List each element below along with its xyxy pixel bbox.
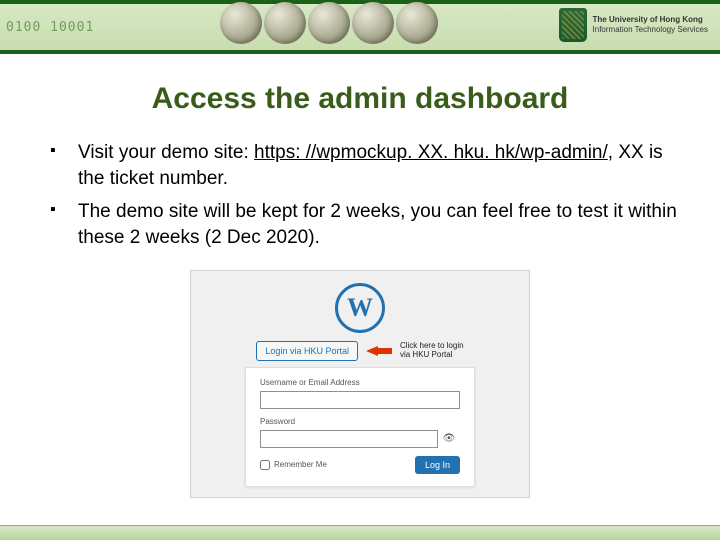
globe-icon xyxy=(264,2,306,44)
login-button[interactable]: Log In xyxy=(415,456,460,474)
portal-row: Login via HKU Portal Click here to login… xyxy=(256,341,463,361)
username-label: Username or Email Address xyxy=(260,378,460,387)
arrow-caption: Click here to login via HKU Portal xyxy=(400,342,464,360)
bullet-item: Visit your demo site: https: //wpmockup.… xyxy=(50,140,690,191)
red-arrow-icon xyxy=(366,346,392,356)
arrow-caption-line2: via HKU Portal xyxy=(400,351,464,360)
login-bottom-row: Remember Me Log In xyxy=(260,456,460,474)
wordpress-logo-icon: W xyxy=(335,283,385,333)
binary-decor: 0100 10001 xyxy=(0,4,226,50)
university-text: The University of Hong Kong Information … xyxy=(593,15,708,34)
uni-line2: Information Technology Services xyxy=(593,25,708,35)
globe-icon xyxy=(308,2,350,44)
login-form: Username or Email Address Password 👁 Rem… xyxy=(245,367,475,487)
top-banner: 0100 10001 The University of Hong Kong I… xyxy=(0,0,720,54)
remember-checkbox[interactable] xyxy=(260,460,270,470)
globe-icon xyxy=(396,2,438,44)
password-input[interactable] xyxy=(260,430,460,448)
uni-line1: The University of Hong Kong xyxy=(593,15,708,25)
bullet-item: The demo site will be kept for 2 weeks, … xyxy=(50,199,690,250)
globe-row xyxy=(220,2,438,44)
hku-portal-login-button[interactable]: Login via HKU Portal xyxy=(256,341,358,361)
login-screenshot: W Login via HKU Portal Click here to log… xyxy=(190,270,530,498)
slide-title: Access the admin dashboard xyxy=(0,82,720,116)
bullet-lead: Visit your demo site: xyxy=(78,142,254,163)
crest-icon xyxy=(559,8,587,42)
password-label: Password xyxy=(260,417,460,426)
show-password-icon[interactable]: 👁 xyxy=(437,430,460,448)
demo-url-link[interactable]: https: //wpmockup. XX. hku. hk/wp-admin/ xyxy=(254,142,608,163)
university-logo: The University of Hong Kong Information … xyxy=(559,8,708,42)
remember-label: Remember Me xyxy=(274,460,327,469)
bullet-list: Visit your demo site: https: //wpmockup.… xyxy=(0,140,720,251)
username-input[interactable] xyxy=(260,391,460,409)
remember-me[interactable]: Remember Me xyxy=(260,460,327,470)
footer-bar xyxy=(0,525,720,540)
bullet-text: The demo site will be kept for 2 weeks, … xyxy=(78,201,677,248)
globe-icon xyxy=(352,2,394,44)
globe-icon xyxy=(220,2,262,44)
